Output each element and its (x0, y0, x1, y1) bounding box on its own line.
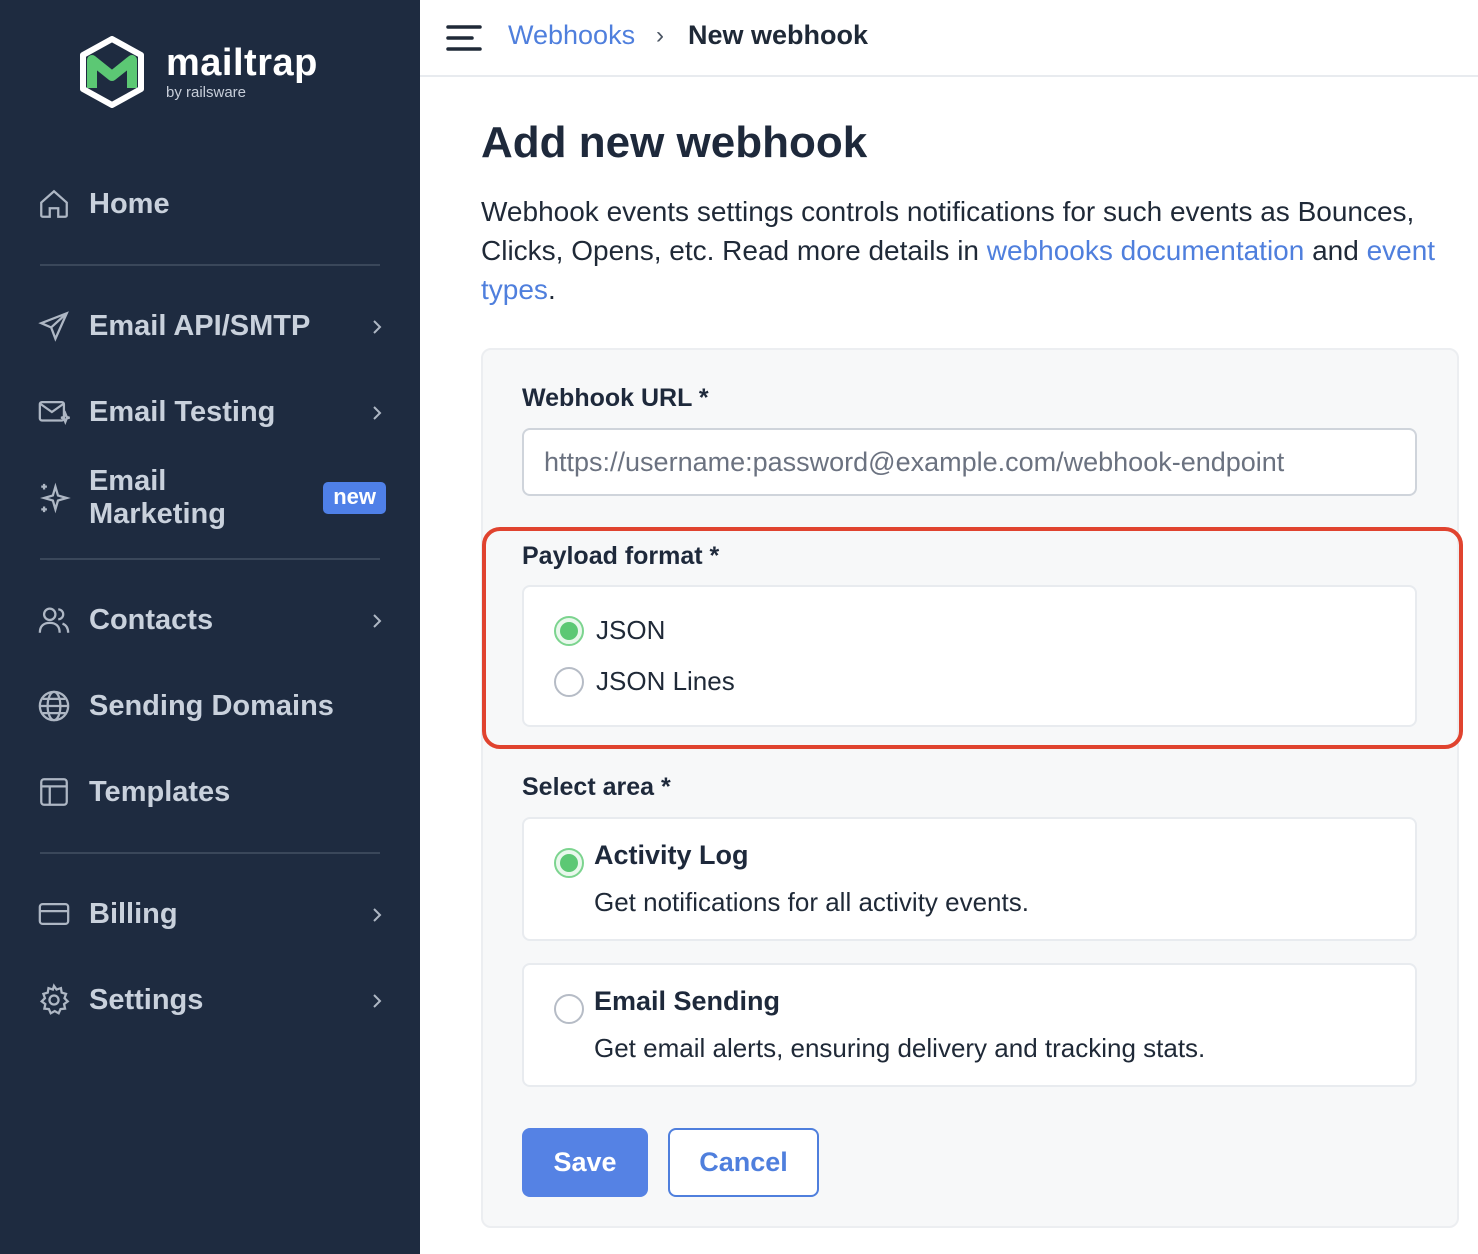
credit-card-icon (36, 896, 72, 932)
payload-option-json-lines[interactable]: JSON Lines (554, 666, 735, 697)
description-text: and (1304, 235, 1367, 266)
sidebar-item-email-api-smtp[interactable]: Email API/SMTP (36, 301, 386, 351)
chevron-right-icon (370, 902, 384, 926)
sidebar-item-email-testing[interactable]: Email Testing (36, 387, 386, 437)
sidebar-item-templates[interactable]: Templates (36, 767, 386, 817)
area-description: Get email alerts, ensuring delivery and … (594, 1033, 1206, 1063)
chevron-right-icon (370, 608, 384, 632)
sidebar-item-settings[interactable]: Settings (36, 975, 386, 1025)
radio-unchecked[interactable] (554, 666, 584, 697)
sparkle-icon (36, 480, 72, 516)
contacts-icon (36, 602, 72, 638)
radio-unchecked[interactable] (554, 994, 584, 1024)
select-area-label: Select area * (522, 773, 671, 801)
breadcrumb-current: New webhook (688, 20, 869, 50)
chevron-right-icon (370, 400, 384, 424)
payload-option-json[interactable]: JSON (554, 615, 665, 646)
sidebar-item-label: Contacts (89, 603, 214, 636)
payload-format-options (522, 585, 1417, 727)
area-option-email-sending[interactable] (522, 963, 1417, 1087)
sidebar-item-label: Settings (89, 983, 204, 1016)
area-title: Activity Log (594, 840, 749, 870)
chevron-right-icon (370, 988, 384, 1012)
cancel-button[interactable]: Cancel (668, 1128, 819, 1197)
radio-checked[interactable] (554, 615, 584, 646)
payload-option-label: JSON (596, 615, 666, 645)
globe-icon (36, 688, 72, 724)
sidebar-item-contacts[interactable]: Contacts (36, 595, 386, 645)
breadcrumb-separator: › (656, 22, 664, 49)
page-title: Add new webhook (481, 118, 868, 167)
breadcrumb-webhooks-link[interactable]: Webhooks (508, 20, 635, 51)
webhook-url-input[interactable] (522, 428, 1417, 496)
mailtrap-logo-icon (80, 36, 144, 108)
sidebar: mailtrap by railsware Home Email API/SMT… (0, 0, 420, 1254)
mailtrap-logo[interactable]: mailtrap by railsware (78, 36, 318, 108)
payload-option-label: JSON Lines (596, 666, 735, 696)
email-testing-icon (36, 394, 72, 430)
send-icon (36, 308, 72, 344)
sidebar-divider (40, 558, 380, 560)
sidebar-item-label: Templates (89, 775, 231, 808)
sidebar-item-sending-domains[interactable]: Sending Domains (36, 681, 386, 731)
sidebar-item-email-marketing[interactable]: Email Marketing new (36, 465, 386, 530)
sidebar-item-label: Home (89, 187, 170, 220)
chevron-right-icon (370, 314, 384, 338)
sidebar-divider (40, 852, 380, 854)
sidebar-item-billing[interactable]: Billing (36, 889, 386, 939)
home-icon (36, 186, 72, 222)
sidebar-item-label: Email Marketing (88, 465, 226, 530)
sidebar-item-home[interactable]: Home (36, 179, 386, 229)
new-badge: new (323, 482, 386, 514)
area-title: Email Sending (594, 986, 781, 1016)
top-bar: Webhooks › New webhook (420, 0, 1478, 77)
sidebar-item-label: Billing (89, 897, 178, 930)
description-text: . (547, 274, 556, 305)
page-description: Webhook events settings controls notific… (481, 192, 1461, 309)
radio-checked[interactable] (554, 848, 584, 878)
sidebar-item-label: Email API/SMTP (89, 309, 311, 342)
sidebar-divider (40, 264, 380, 266)
sidebar-item-label: Email Testing (89, 395, 276, 428)
templates-icon (36, 774, 72, 810)
brand-name: mailtrap (166, 42, 318, 84)
brand-sub: by railsware (166, 84, 247, 101)
area-description: Get notifications for all activity event… (594, 887, 1029, 917)
menu-toggle-icon[interactable] (446, 24, 482, 52)
area-option-activity-log[interactable] (522, 817, 1417, 941)
webhooks-documentation-link[interactable]: webhooks documentation (987, 235, 1305, 266)
sidebar-item-label: Sending Domains (89, 689, 334, 722)
payload-format-label: Payload format * (522, 542, 720, 570)
webhook-url-label: Webhook URL * (522, 384, 709, 412)
save-button[interactable]: Save (522, 1128, 648, 1197)
gear-icon (36, 982, 72, 1018)
